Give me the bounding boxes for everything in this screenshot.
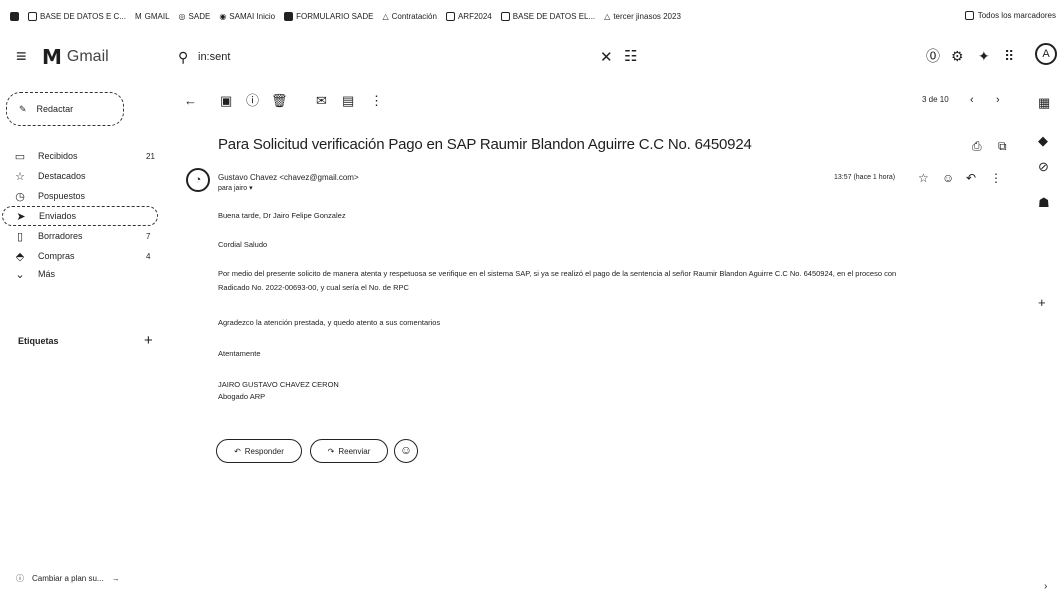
search-options-icon[interactable]: ☷ — [624, 47, 637, 65]
forward-button[interactable]: ↷ Reenviar — [310, 439, 388, 463]
star-icon: ☆ — [15, 170, 25, 183]
add-app-icon[interactable]: + — [1038, 296, 1046, 309]
all-bookmarks[interactable]: Todos los marcadores — [964, 11, 1056, 20]
emoji-button[interactable]: ☺ — [394, 439, 418, 463]
drive-icon: △ — [382, 11, 389, 21]
label-icon[interactable]: ▤ — [342, 94, 354, 107]
bookmark-item[interactable]: ◉ SAMAI Inicio — [219, 12, 275, 21]
draft-icon: ▯ — [16, 230, 24, 243]
calendar-icon[interactable]: ▦ — [1038, 96, 1050, 109]
upgrade-plan-link[interactable]: ⓘ Cambiar a plan su... → — [16, 573, 120, 584]
sidebar-item-sent[interactable]: ➤ Enviados — [2, 206, 158, 226]
email-body-line: Cordial Saludo — [218, 240, 268, 249]
settings-icon[interactable]: ⚙ — [951, 49, 964, 63]
sheets-icon — [28, 11, 37, 21]
globe-icon: ◉ — [219, 11, 227, 21]
folder-icon — [964, 11, 974, 20]
apps-grid-icon[interactable]: ⠿ — [1004, 49, 1014, 63]
pencil-icon: ✎ — [19, 103, 27, 114]
star-icon[interactable]: ☆ — [918, 172, 929, 184]
bookmark-item[interactable]: BASE DE DATOS EL... — [500, 11, 595, 21]
email-body-line: Atentamente — [218, 349, 261, 358]
emoji-react-icon[interactable]: ☺ — [942, 172, 954, 184]
bookmark-apps[interactable] — [10, 11, 19, 21]
email-body-line: Buena tarde, Dr Jairo Felipe Gonzalez — [218, 211, 346, 220]
email-subject: Para Solicitud verificación Pago en SAP … — [218, 136, 752, 153]
print-icon[interactable]: ⎙ — [972, 139, 982, 154]
help-icon[interactable]: ⓪ — [926, 49, 940, 63]
drive-icon: △ — [604, 11, 611, 21]
contacts-icon[interactable]: ☗ — [1038, 196, 1050, 209]
bookmark-item[interactable]: ◎ SADE — [179, 12, 211, 21]
bookmark-item[interactable]: FORMULARIO SADE — [284, 11, 373, 21]
email-signature-name: JAIRO GUSTAVO CHAVEZ CERON — [218, 380, 339, 389]
previous-icon[interactable]: ‹ — [970, 94, 974, 107]
expand-panel-icon[interactable]: › — [1044, 580, 1047, 593]
more-vert-icon[interactable]: ⋮ — [370, 94, 383, 107]
send-icon: ➤ — [16, 210, 26, 223]
account-avatar[interactable]: A — [1035, 43, 1057, 65]
search-input[interactable] — [198, 51, 558, 63]
sidebar-item-drafts[interactable]: ▯ Borradores 7 — [12, 228, 162, 244]
sidebar-item-purchases[interactable]: ⬘ Compras 4 — [12, 248, 162, 264]
info-icon: ⓘ — [16, 574, 24, 583]
forms-icon — [284, 11, 294, 21]
bookmark-item[interactable]: △ Contratación — [382, 12, 437, 21]
keep-icon[interactable]: ◆ — [1038, 134, 1048, 147]
search-bar[interactable]: ⚲ ✕ ☷ — [178, 44, 638, 70]
sender-name: Gustavo Chavez <chavez@gmail.com> — [218, 173, 359, 182]
sidebar-item-more[interactable]: ⌄ Más — [12, 266, 162, 282]
sender-avatar: ◔ — [186, 168, 210, 192]
tasks-icon[interactable]: ⊘ — [1038, 160, 1049, 173]
bookmark-item[interactable]: BASE DE DATOS E C... — [28, 11, 126, 21]
add-label-icon[interactable]: + — [144, 332, 153, 349]
bookmark-item[interactable]: △ tercer jinasos 2023 — [604, 12, 681, 21]
reply-icon: ↶ — [234, 446, 241, 456]
labels-heading: Etiquetas — [18, 336, 59, 346]
mark-unread-icon[interactable]: ✉ — [316, 94, 327, 107]
email-timestamp: 13:57 (hace 1 hora) — [834, 174, 896, 181]
sheets-icon — [500, 11, 510, 21]
emoji-icon: ☺ — [399, 443, 413, 457]
sidebar-item-snoozed[interactable]: ◷ Pospuestos — [12, 188, 162, 204]
sidebar-item-inbox[interactable]: ▭ Recibidos 21 — [12, 148, 162, 164]
delete-icon[interactable]: 🗑 — [271, 94, 288, 107]
more-vert-icon[interactable]: ⋮ — [990, 172, 1002, 184]
recipient-details[interactable]: para jairo ▾ — [218, 184, 253, 192]
gmail-icon: M — [134, 11, 142, 21]
back-arrow-icon[interactable]: ← — [184, 94, 197, 107]
forward-icon: ↷ — [327, 446, 335, 456]
gemini-icon[interactable]: ✦ — [978, 49, 990, 63]
email-signature-title: Abogado ARP — [218, 392, 266, 401]
reply-icon[interactable]: ↶ — [966, 172, 976, 184]
inbox-icon: ▭ — [14, 150, 26, 163]
globe-icon: ◎ — [178, 11, 186, 21]
gmail-m-icon: M — [42, 45, 62, 69]
email-body-line: Agradezco la atención prestada, y quedo … — [218, 318, 441, 327]
search-icon[interactable]: ⚲ — [178, 49, 198, 66]
reply-button[interactable]: ↶ Responder — [216, 439, 302, 463]
bookmark-item[interactable]: ARF2024 — [445, 11, 492, 21]
clear-search-icon[interactable]: ✕ — [600, 48, 613, 66]
gmail-logo[interactable]: M Gmail — [42, 45, 109, 69]
sheets-icon — [445, 11, 455, 21]
archive-icon[interactable]: ▣ — [220, 94, 232, 107]
arrow-right-icon: → — [111, 574, 120, 583]
compose-button[interactable]: ✎ Redactar — [6, 92, 124, 126]
email-body-line: Radicado No. 2022-00693-00, y cual sería… — [218, 283, 409, 292]
report-spam-icon[interactable]: ⓘ — [246, 94, 259, 107]
email-body-line: Por medio del presente solicito de maner… — [218, 269, 897, 278]
bookmark-item[interactable]: M GMAIL — [135, 12, 170, 21]
clock-icon: ◷ — [15, 190, 25, 203]
bookmarks-bar: BASE DE DATOS E C... M GMAIL ◎ SADE ◉ SAMAI… — [0, 0, 1062, 32]
chevron-down-icon: ⌄ — [15, 268, 25, 281]
tag-icon: ⬘ — [15, 250, 25, 263]
open-new-window-icon[interactable]: ⧉ — [998, 139, 1007, 154]
pagination-text: 3 de 10 — [922, 95, 949, 104]
apps-icon — [10, 11, 19, 21]
next-icon[interactable]: › — [996, 94, 1000, 107]
main-menu-icon[interactable]: ≡ — [16, 47, 27, 65]
sidebar-item-starred[interactable]: ☆ Destacados — [12, 168, 162, 184]
